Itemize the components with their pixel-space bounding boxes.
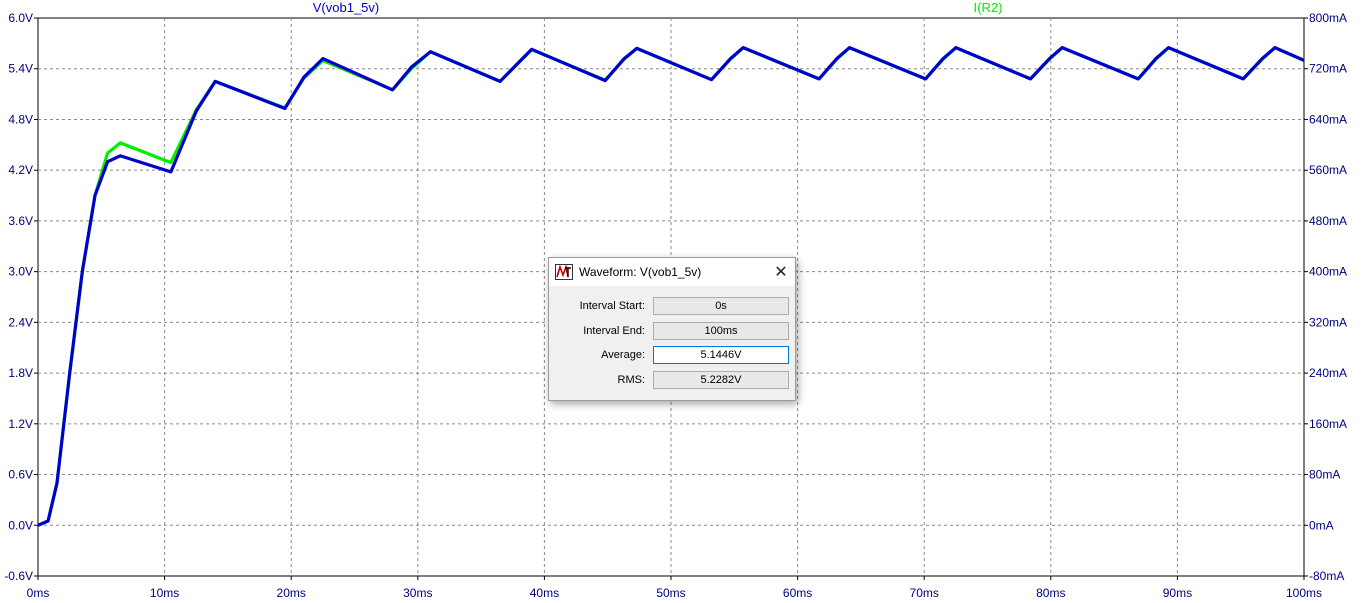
right-tick-label: 160mA [1309, 417, 1347, 431]
waveform-dialog[interactable]: Waveform: V(vob1_5v) ✕ Interval Start: 0… [548, 257, 796, 401]
average-label: Average: [601, 349, 645, 362]
interval-start-label: Interval Start: [579, 300, 645, 313]
left-tick-label: 0.6V [8, 468, 33, 482]
trace-labels[interactable]: V(vob1_5v) I(R2) [313, 0, 1003, 15]
right-tick-label: 480mA [1309, 214, 1347, 228]
trace-label-current[interactable]: I(R2) [974, 0, 1003, 15]
x-tick-label: 90ms [1163, 586, 1192, 600]
left-tick-label: 1.2V [8, 417, 33, 431]
x-tick-label: 10ms [150, 586, 179, 600]
right-tick-label: 320mA [1309, 315, 1347, 329]
x-tick-label: 40ms [530, 586, 559, 600]
right-tick-label: 80mA [1309, 468, 1340, 482]
x-tick-label: 70ms [910, 586, 939, 600]
ltspice-icon [555, 264, 573, 280]
x-tick-label: 20ms [277, 586, 306, 600]
interval-start-row: Interval Start: 0s [549, 294, 795, 319]
right-tick-label: 0mA [1309, 518, 1334, 532]
right-tick-label: 240mA [1309, 366, 1347, 380]
left-tick-label: 6.0V [8, 11, 33, 25]
x-tick-label: 80ms [1036, 586, 1065, 600]
right-tick-label: 560mA [1309, 163, 1347, 177]
dialog-title-bar[interactable]: Waveform: V(vob1_5v) ✕ [549, 258, 795, 286]
left-tick-label: 3.0V [8, 265, 33, 279]
left-tick-label: -0.6V [4, 569, 33, 583]
x-tick-label: 100ms [1286, 586, 1322, 600]
right-tick-label: 400mA [1309, 265, 1347, 279]
rms-field[interactable]: 5.2282V [653, 370, 789, 389]
x-axis: 0ms 10ms 20ms 30ms 40ms 50ms 60ms 70ms 80ms 90ms 1… [27, 576, 1322, 600]
left-tick-label: 0.0V [8, 518, 33, 532]
right-tick-label: 640mA [1309, 112, 1347, 126]
trace-label-voltage[interactable]: V(vob1_5v) [313, 0, 379, 15]
interval-end-label: Interval End: [583, 324, 645, 337]
right-tick-label: 800mA [1309, 11, 1347, 25]
x-tick-label: 0ms [27, 586, 50, 600]
close-icon[interactable]: ✕ [767, 258, 795, 286]
interval-end-field[interactable]: 100ms [653, 321, 789, 340]
rms-label: RMS: [617, 373, 646, 386]
right-axis: 800mA 720mA 640mA 560mA 480mA 400mA 320mA 240mA… [1304, 11, 1347, 583]
x-tick-label: 50ms [656, 586, 685, 600]
dialog-title: Waveform: V(vob1_5v) [579, 265, 702, 279]
left-tick-label: 1.8V [8, 366, 33, 380]
left-tick-label: 5.4V [8, 62, 33, 76]
left-tick-label: 4.8V [8, 112, 33, 126]
interval-start-field[interactable]: 0s [653, 297, 789, 316]
left-tick-label: 2.4V [8, 315, 33, 329]
right-tick-label: 720mA [1309, 62, 1347, 76]
left-axis: 6.0V 5.4V 4.8V 4.2V 3.6V 3.0V 2.4V 1.8V 1.2V 0.6V… [4, 11, 38, 583]
interval-end-row: Interval End: 100ms [549, 319, 795, 344]
x-tick-label: 30ms [403, 586, 432, 600]
average-field[interactable]: 5.1446V [653, 346, 789, 365]
left-tick-label: 4.2V [8, 163, 33, 177]
rms-row: RMS: 5.2282V [549, 368, 795, 393]
left-tick-label: 3.6V [8, 214, 33, 228]
average-row: Average: 5.1446V [549, 343, 795, 368]
right-tick-label: -80mA [1309, 569, 1344, 583]
x-tick-label: 60ms [783, 586, 812, 600]
